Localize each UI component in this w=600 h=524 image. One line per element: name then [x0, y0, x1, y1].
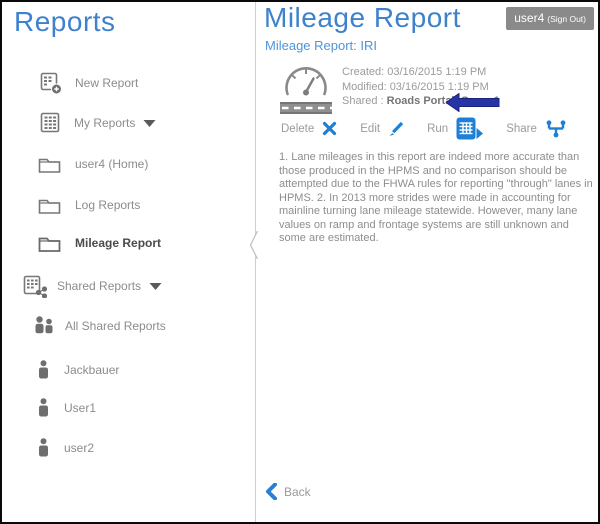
- back-chevron-icon: [265, 483, 277, 500]
- person-icon: [37, 398, 50, 418]
- delete-x-icon: [322, 121, 337, 136]
- sidebar-item-label: My Reports: [74, 116, 135, 130]
- report-description: 1. Lane mileages in this report are inde…: [279, 151, 594, 246]
- folder-icon: [38, 234, 61, 253]
- sidebar-item-label: Mileage Report: [75, 236, 161, 250]
- chevron-down-icon[interactable]: [149, 282, 162, 291]
- run-report-icon: [456, 117, 483, 140]
- sidebar-item-label: Shared Reports: [57, 279, 141, 293]
- sidebar-item-label: Log Reports: [75, 198, 140, 212]
- created-line: Created: 03/16/2015 1:19 PM: [342, 65, 500, 80]
- sidebar-item-shared-reports[interactable]: Shared Reports: [23, 273, 162, 299]
- person-icon: [37, 438, 50, 458]
- page-subtitle: Mileage Report: IRI: [265, 38, 377, 53]
- run-button[interactable]: Run: [427, 117, 483, 140]
- share-button[interactable]: Share: [506, 119, 567, 139]
- sidebar-item-all-shared-reports[interactable]: All Shared Reports: [33, 313, 166, 339]
- sidebar-item-mileage-report[interactable]: Mileage Report: [38, 230, 161, 256]
- back-button[interactable]: Back: [265, 483, 311, 500]
- username-label: user4: [514, 11, 544, 25]
- new-report-icon: [40, 72, 63, 95]
- my-reports-icon: [40, 112, 62, 134]
- delete-button[interactable]: Delete: [281, 121, 337, 136]
- callout-left-arrow-icon: [446, 93, 500, 112]
- shared-reports-icon: [23, 275, 48, 298]
- sidebar-item-label: Jackbauer: [64, 363, 119, 377]
- sidebar-item-label: user2: [64, 441, 94, 455]
- sidebar-item-new-report[interactable]: New Report: [40, 70, 138, 96]
- sidebar-item-label: User1: [64, 401, 96, 415]
- sign-out-label: (Sign Out): [547, 14, 586, 24]
- speedometer-road-icon: [280, 63, 332, 115]
- edit-button[interactable]: Edit: [360, 121, 404, 137]
- sidebar-item-user4-home[interactable]: user4 (Home): [38, 151, 148, 177]
- app-window: Reports New Report: [0, 0, 600, 524]
- sidebar-item-label: user4 (Home): [75, 157, 148, 171]
- report-detail-panel: Mileage Report Mileage Report: IRI user4…: [256, 2, 598, 522]
- folder-icon: [38, 196, 61, 215]
- chevron-down-icon[interactable]: [143, 119, 156, 128]
- user-sign-out-button[interactable]: user4 (Sign Out): [506, 7, 594, 30]
- group-icon: [33, 315, 56, 337]
- reports-sidebar: Reports New Report: [2, 2, 253, 522]
- modified-line: Modified: 03/16/2015 1:19 PM: [342, 80, 500, 95]
- back-label: Back: [284, 485, 311, 499]
- sidebar-item-label: New Report: [75, 76, 138, 90]
- sidebar-item-jackbauer[interactable]: Jackbauer: [37, 357, 119, 383]
- sidebar-item-log-reports[interactable]: Log Reports: [38, 192, 140, 218]
- sidebar-title: Reports: [14, 6, 116, 38]
- sidebar-item-my-reports[interactable]: My Reports: [40, 110, 156, 136]
- report-actions-toolbar: Delete Edit Run: [281, 117, 590, 140]
- share-icon: [545, 119, 567, 139]
- page-title: Mileage Report: [264, 2, 461, 34]
- edit-pencil-icon: [388, 121, 404, 137]
- sidebar-item-user2[interactable]: user2: [37, 435, 94, 461]
- sidebar-item-user1[interactable]: User1: [37, 395, 96, 421]
- person-icon: [37, 360, 50, 380]
- panel-collapse-handle[interactable]: [248, 230, 259, 260]
- sidebar-item-label: All Shared Reports: [65, 319, 166, 333]
- folder-icon: [38, 155, 61, 174]
